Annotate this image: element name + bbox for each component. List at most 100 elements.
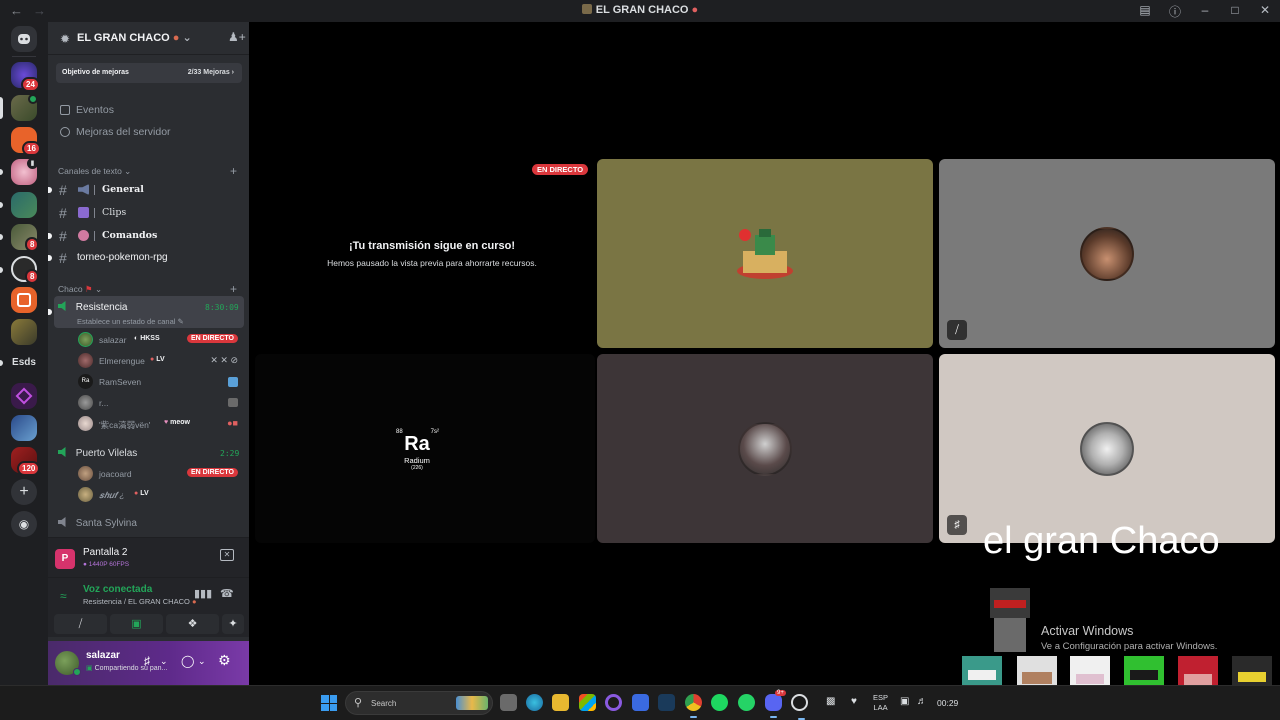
- arrow-right-icon[interactable]: →: [33, 3, 46, 18]
- stop-stream-icon[interactable]: ✕: [220, 549, 234, 561]
- voice-location[interactable]: Resistencia / EL GRAN CHACO ●: [83, 597, 196, 606]
- voice-user[interactable]: Ra RamSeven: [78, 373, 244, 391]
- clock[interactable]: 00:29: [937, 698, 958, 708]
- cortana-icon[interactable]: [605, 694, 622, 711]
- taskbar-search[interactable]: ⚲ Search: [345, 691, 493, 715]
- channel-torneo[interactable]: # torneo-pokemon-rpg: [48, 248, 249, 268]
- headphones-icon[interactable]: ◯: [181, 654, 194, 668]
- voice-user[interactable]: salazar ◐ HKSS EN DIRECTO: [78, 331, 244, 349]
- own-stream-tile[interactable]: EN DIRECTO ¡Tu transmisión sigue en curs…: [255, 159, 595, 348]
- speaker-icon: [58, 447, 66, 457]
- obs-icon[interactable]: [791, 694, 808, 720]
- discord-icon: [18, 34, 30, 44]
- spotify-icon[interactable]: [711, 694, 728, 711]
- username[interactable]: salazar: [86, 650, 120, 661]
- search-highlight-icon: [456, 696, 488, 710]
- voice-channel-puerto-vilelas[interactable]: Puerto Vilelas: [58, 447, 137, 459]
- channel-comandos[interactable]: # Comandos: [48, 226, 249, 246]
- file-explorer-icon[interactable]: [500, 694, 517, 711]
- camera-off-icon: ⧸: [947, 320, 967, 340]
- add-channel-icon[interactable]: +: [230, 282, 237, 296]
- avatar: [1080, 226, 1134, 281]
- whatsapp-icon[interactable]: [738, 694, 755, 711]
- camera-off-icon[interactable]: ⧸: [54, 614, 107, 634]
- signal-icon: ≈: [60, 589, 67, 603]
- voice-channel-santa-sylvina[interactable]: Santa Sylvina: [58, 517, 137, 529]
- network-icon[interactable]: ▣: [900, 696, 909, 707]
- activate-windows-subtitle: Ve a Configuración para activar Windows.: [1041, 641, 1218, 652]
- server-icon-8[interactable]: [11, 287, 37, 313]
- window-controls: ▤ ⓘ – □ ✕: [1138, 3, 1272, 20]
- tomato-icon: ●: [172, 32, 180, 44]
- server-icon-11[interactable]: [11, 415, 37, 441]
- disconnect-icon[interactable]: ☎: [220, 587, 234, 600]
- add-channel-icon[interactable]: +: [230, 164, 237, 178]
- app-icon[interactable]: [632, 694, 649, 711]
- discord-icon[interactable]: [765, 694, 782, 718]
- rail-divider: [12, 56, 36, 57]
- screen-share-icon[interactable]: ▣: [110, 614, 163, 634]
- guild-header[interactable]: ✹ EL GRAN CHACO ● ⌄ ♟+: [48, 22, 249, 54]
- channel-status[interactable]: Establece un estado de canal ✎: [77, 317, 184, 326]
- qr-icon[interactable]: ▩: [826, 696, 835, 707]
- chrome-icon[interactable]: [685, 694, 702, 718]
- voice-user[interactable]: joacoard EN DIRECTO: [78, 465, 244, 483]
- voice-user[interactable]: 𝒔𝒉𝒖𝒇 ¿ ● LV: [78, 486, 244, 504]
- live-badge: EN DIRECTO: [186, 334, 238, 343]
- close-icon[interactable]: ✕: [1258, 3, 1272, 20]
- server-text-icon[interactable]: Esds: [8, 350, 40, 376]
- minimize-icon[interactable]: –: [1198, 3, 1212, 20]
- chevron-down-icon[interactable]: ⌄: [198, 656, 206, 667]
- edge-icon[interactable]: [526, 694, 543, 711]
- participant-tile[interactable]: [597, 354, 933, 543]
- arrow-left-icon[interactable]: ←: [10, 3, 23, 18]
- voice-category-header[interactable]: Chaco ⚑ ⌄ +: [58, 282, 237, 296]
- channel-clips[interactable]: # Clips: [48, 203, 249, 223]
- stream-source-icon: P: [55, 549, 75, 569]
- stream-title: Pantalla 2: [83, 547, 128, 558]
- voice-status[interactable]: Voz conectada: [83, 584, 152, 595]
- server-boosts-link[interactable]: Mejoras del servidor: [60, 126, 171, 138]
- live-badge: EN DIRECTO: [532, 164, 589, 175]
- header-divider: [48, 54, 249, 55]
- volume-icon[interactable]: ♬: [917, 696, 927, 707]
- noise-suppression-icon[interactable]: ▮▮▮: [194, 587, 212, 600]
- notification-icon[interactable]: ♥: [851, 696, 857, 707]
- voice-user[interactable]: Elmerengue ● LV ✕ ✕ ⊘: [78, 352, 244, 370]
- maximize-icon[interactable]: □: [1228, 3, 1242, 20]
- participant-tile[interactable]: ⧸: [939, 159, 1275, 348]
- gear-icon[interactable]: ⚙: [218, 652, 231, 669]
- events-link[interactable]: Eventos: [60, 104, 114, 116]
- user-status: ▣ Compartiendo su pan...: [86, 665, 168, 672]
- channel-general[interactable]: # General: [48, 180, 249, 200]
- store-icon[interactable]: [579, 694, 596, 711]
- video-icon: [228, 377, 238, 387]
- server-icon-10[interactable]: [11, 383, 37, 409]
- inbox-icon[interactable]: ▤: [1138, 3, 1152, 20]
- voice-user[interactable]: r...: [78, 394, 244, 412]
- participant-tile[interactable]: ♯: [939, 354, 1275, 543]
- participant-tile[interactable]: [597, 159, 933, 348]
- add-server-button[interactable]: +: [11, 479, 37, 505]
- voice-user[interactable]: '紫ca滈弱vën' ♥ meow ●■: [78, 415, 244, 433]
- home-button[interactable]: [11, 26, 37, 52]
- avatar: [1080, 421, 1134, 476]
- boost-goal-bar[interactable]: Objetivo de mejoras 2/33 Mejoras ›: [56, 63, 242, 83]
- soundboard-icon[interactable]: ✦: [222, 614, 244, 634]
- speaker-icon: ▮: [27, 158, 38, 169]
- server-icon-9[interactable]: [11, 319, 37, 345]
- steam-icon[interactable]: [658, 694, 675, 711]
- help-icon[interactable]: ⓘ: [1168, 3, 1182, 20]
- stream-paused-subtitle: Hemos pausado la vista previa para ahorr…: [327, 258, 537, 268]
- input-language[interactable]: ESP LAA: [873, 693, 888, 713]
- voice-timer: 8:30:09: [205, 303, 239, 312]
- microphone-icon[interactable]: ♯: [144, 654, 150, 668]
- invite-people-icon[interactable]: ♟+: [228, 30, 246, 44]
- server-icon-5[interactable]: [11, 192, 37, 218]
- activities-icon[interactable]: ❖: [166, 614, 219, 634]
- windows-start-icon[interactable]: [321, 695, 337, 711]
- text-category-header[interactable]: Canales de texto ⌄ +: [58, 164, 237, 178]
- discover-button[interactable]: ◉: [11, 511, 37, 537]
- folder-icon[interactable]: [552, 694, 569, 711]
- chevron-down-icon[interactable]: ⌄: [160, 656, 168, 667]
